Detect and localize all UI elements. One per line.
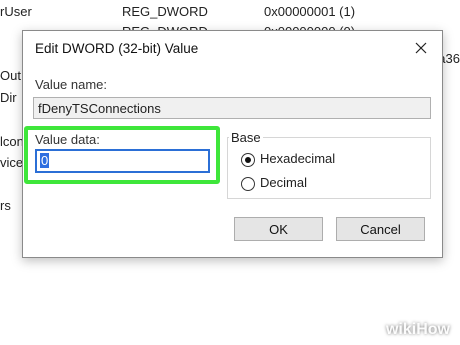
hexadecimal-label[interactable]: Hexadecimal <box>260 151 335 166</box>
value-data-selected-text: 0 <box>40 153 50 168</box>
ok-button-label: OK <box>269 221 288 237</box>
value-name-text: fDenyTSConnections <box>38 101 161 116</box>
value-data-label: Value data: <box>35 132 100 147</box>
base-group <box>227 137 431 199</box>
decimal-radio[interactable] <box>241 177 255 191</box>
tree-fragment: rs <box>0 198 11 213</box>
value-name-label: Value name: <box>35 77 108 92</box>
wikihow-watermark-logo: wikiHow <box>385 321 450 338</box>
close-button[interactable] <box>406 35 436 61</box>
decimal-label[interactable]: Decimal <box>260 175 307 190</box>
base-legend: Base <box>229 130 263 145</box>
cancel-button[interactable]: Cancel <box>336 217 425 241</box>
value-data-input[interactable]: 0 <box>35 149 210 173</box>
tree-fragment: vice <box>0 155 24 170</box>
tree-fragment: Out <box>0 68 21 83</box>
tree-fragment: Dir <box>0 90 17 105</box>
edit-dword-dialog: Edit DWORD (32-bit) Value Value name: fD… <box>22 30 443 258</box>
registry-row-data: 0x00000001 (1) <box>264 4 356 19</box>
registry-row-type: REG_DWORD <box>122 4 208 19</box>
value-name-field: fDenyTSConnections <box>33 97 431 119</box>
hexadecimal-radio[interactable] <box>241 153 255 167</box>
ok-button[interactable]: OK <box>234 217 323 241</box>
cancel-button-label: Cancel <box>360 221 401 237</box>
tree-fragment: lcon <box>0 134 24 149</box>
registry-row-name: rUser <box>0 4 32 19</box>
dialog-titlebar[interactable]: Edit DWORD (32-bit) Value <box>23 31 442 65</box>
close-icon <box>415 42 427 54</box>
dialog-title: Edit DWORD (32-bit) Value <box>35 41 199 56</box>
